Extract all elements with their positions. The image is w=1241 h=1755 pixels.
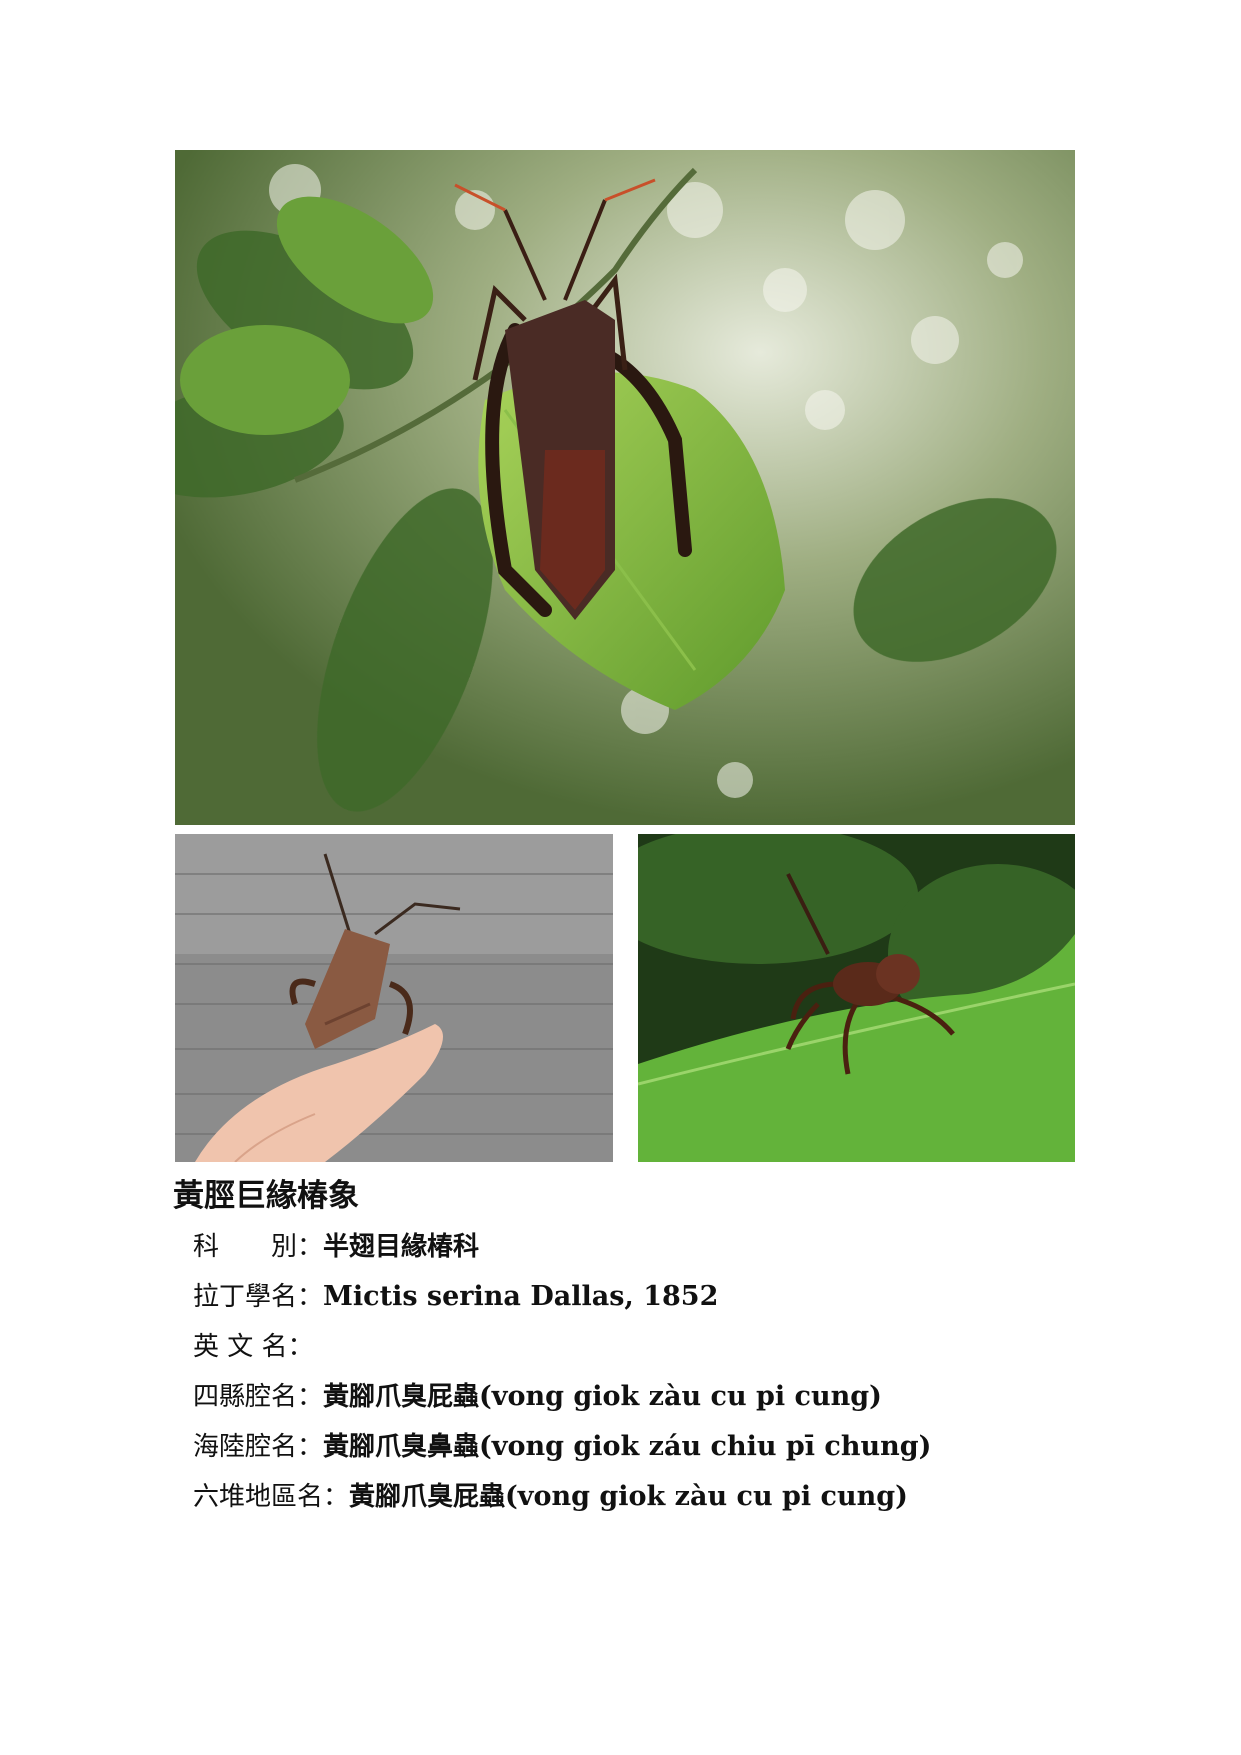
hailu-name-label: 海陸腔名： <box>193 1432 324 1462</box>
sixian-name-chinese: 黃腳爪臭屁蟲 <box>323 1382 480 1412</box>
family-value: 半翅目緣椿科 <box>323 1232 480 1262</box>
bug-on-finger-photo <box>175 834 613 1162</box>
bug-on-finger-image <box>175 834 613 1162</box>
liudui-name-romanization: (vong giok zàu cu pi cung) <box>505 1481 908 1512</box>
english-name-row: 英 文 名： <box>193 1322 931 1372</box>
latin-name-label: 拉丁學名： <box>193 1282 324 1312</box>
leaf-bug-on-leaf-image <box>175 150 1075 825</box>
latin-name-value: Mictis serina Dallas, 1852 <box>323 1281 719 1312</box>
nymph-on-leaf-photo <box>638 834 1075 1162</box>
liudui-name-label: 六堆地區名： <box>193 1482 350 1512</box>
family-row: 科 別：半翅目緣椿科 <box>193 1222 931 1272</box>
species-info-list: 科 別：半翅目緣椿科 拉丁學名：Mictis serina Dallas, 18… <box>193 1222 931 1522</box>
family-label: 科 別： <box>193 1232 324 1262</box>
hailu-name-row: 海陸腔名：黃腳爪臭鼻蟲(vong giok záu chiu pī chung) <box>193 1422 931 1472</box>
main-bug-photo <box>175 150 1075 825</box>
sixian-name-label: 四縣腔名： <box>193 1382 324 1412</box>
liudui-name-chinese: 黃腳爪臭屁蟲 <box>349 1482 506 1512</box>
nymph-on-leaf-image <box>638 834 1075 1162</box>
hailu-name-romanization: (vong giok záu chiu pī chung) <box>479 1431 932 1462</box>
english-name-label: 英 文 名： <box>193 1332 314 1362</box>
liudui-name-row: 六堆地區名：黃腳爪臭屁蟲(vong giok zàu cu pi cung) <box>193 1472 931 1522</box>
sixian-name-row: 四縣腔名：黃腳爪臭屁蟲(vong giok zàu cu pi cung) <box>193 1372 931 1422</box>
hailu-name-chinese: 黃腳爪臭鼻蟲 <box>323 1432 480 1462</box>
latin-name-row: 拉丁學名：Mictis serina Dallas, 1852 <box>193 1272 931 1322</box>
species-title: 黃脛巨緣椿象 <box>173 1178 359 1214</box>
sixian-name-romanization: (vong giok zàu cu pi cung) <box>479 1381 882 1412</box>
